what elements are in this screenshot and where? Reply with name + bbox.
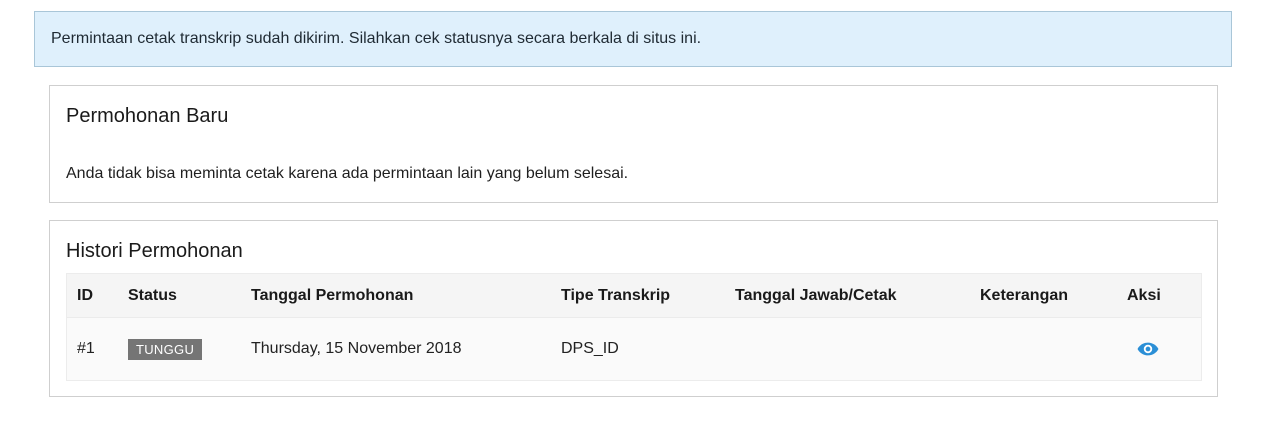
new-request-panel: Permohonan Baru Anda tidak bisa meminta … (49, 85, 1218, 203)
column-header-reply-date: Tanggal Jawab/Cetak (735, 286, 897, 304)
status-alert: Permintaan cetak transkrip sudah dikirim… (34, 11, 1232, 67)
alert-message: Permintaan cetak transkrip sudah dikirim… (51, 30, 702, 47)
column-header-transcript-type: Tipe Transkrip (561, 286, 671, 304)
history-panel: Histori Permohonan ID Status Tanggal Per… (49, 220, 1218, 397)
column-header-action: Aksi (1127, 286, 1161, 304)
row-status-cell: TUNGGU (128, 318, 203, 380)
new-request-message: Anda tidak bisa meminta cetak karena ada… (66, 165, 629, 182)
row-id: #1 (77, 340, 95, 357)
row-transcript-type: DPS_ID (561, 340, 619, 357)
column-header-status: Status (128, 286, 177, 304)
row-action-cell (1137, 318, 1159, 380)
column-header-id: ID (77, 286, 93, 304)
table-row: #1 TUNGGU Thursday, 15 November 2018 DPS… (67, 318, 1201, 380)
table-header-row: ID Status Tanggal Permohonan Tipe Transk… (67, 274, 1201, 318)
status-badge: TUNGGU (128, 338, 203, 360)
history-table: ID Status Tanggal Permohonan Tipe Transk… (66, 273, 1202, 381)
new-request-title: Permohonan Baru (66, 105, 229, 127)
column-header-request-date: Tanggal Permohonan (251, 286, 414, 304)
column-header-notes: Keterangan (980, 286, 1069, 304)
eye-icon[interactable] (1137, 341, 1159, 357)
history-title: Histori Permohonan (66, 240, 243, 262)
row-request-date: Thursday, 15 November 2018 (251, 340, 462, 357)
